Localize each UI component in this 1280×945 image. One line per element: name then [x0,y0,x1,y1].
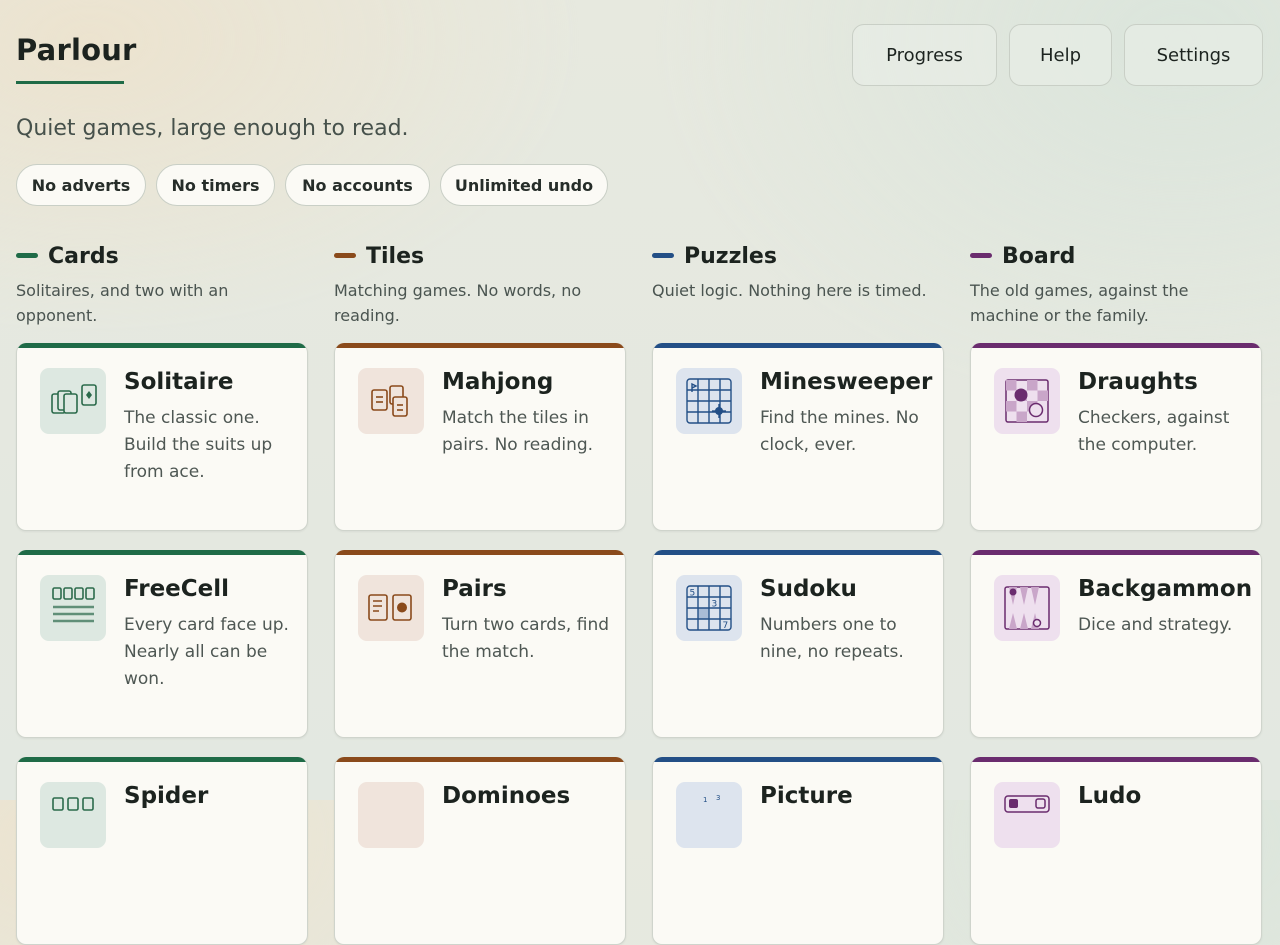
app-title: Parlour [16,33,137,67]
game-title: Pairs [442,576,507,602]
svg-text:5: 5 [690,589,696,599]
svg-text:7: 7 [723,621,729,631]
game-card-draughts[interactable]: Draughts Checkers, against the computer. [970,343,1262,531]
freecell-icon [40,575,106,641]
category-heading-cards: Cards [16,244,119,270]
card-accent-bar [335,343,625,348]
game-card-solitaire[interactable]: Solitaire The classic one. Build the sui… [16,343,308,531]
card-accent-bar [335,550,625,555]
chip-unlimited-undo: Unlimited undo [440,164,608,206]
game-desc: The classic one. Build the suits up from… [124,408,273,482]
game-card-backgammon[interactable]: Backgammon Dice and strategy. [970,550,1262,738]
pairs-icon [358,575,424,641]
chip-no-timers: No timers [156,164,275,206]
game-card-dominoes[interactable]: Dominoes [334,757,626,945]
cards-accent-dash [16,252,38,258]
category-desc-tiles: Matching games. No words, no reading. [334,281,582,325]
game-desc: Find the mines. No clock, ever. [760,408,919,455]
game-desc: Match the tiles in pairs. No reading. [442,408,594,455]
settings-button[interactable]: Settings [1124,24,1263,86]
category-label: Puzzles [684,244,777,269]
title-underline [16,81,124,84]
card-accent-bar [335,757,625,762]
game-desc: Numbers one to nine, no repeats. [760,615,904,662]
draughts-icon [994,368,1060,434]
minesweeper-icon [676,368,742,434]
game-title: Solitaire [124,369,234,395]
card-accent-bar [971,550,1261,555]
card-accent-bar [653,343,943,348]
game-desc: Every card face up. Nearly all can be wo… [124,615,289,689]
playing-cards-icon [40,368,106,434]
card-accent-bar [971,757,1261,762]
game-title: Backgammon [1078,576,1253,602]
svg-text:1: 1 [703,796,707,804]
category-desc-cards: Solitaires, and two with an opponent. [16,281,229,325]
game-title: Picture [760,783,853,809]
category-label: Tiles [366,244,425,269]
game-card-spider[interactable]: Spider [16,757,308,945]
svg-text:3: 3 [716,794,720,802]
game-card-minesweeper[interactable]: Minesweeper Find the mines. No clock, ev… [652,343,944,531]
puzzles-accent-dash [652,252,674,258]
game-title: FreeCell [124,576,230,602]
category-heading-board: Board [970,244,1075,270]
game-desc: Turn two cards, find the match. [442,615,610,662]
game-card-mahjong[interactable]: Mahjong Match the tiles in pairs. No rea… [334,343,626,531]
category-label: Board [1002,244,1076,269]
chip-no-accounts: No accounts [285,164,430,206]
mahjong-tiles-icon [358,368,424,434]
game-title: Minesweeper [760,369,933,395]
game-title: Mahjong [442,369,554,395]
category-label: Cards [48,244,119,269]
svg-text:3: 3 [712,600,718,610]
card-accent-bar [971,343,1261,348]
dominoes-icon [358,782,424,848]
category-desc-puzzles: Quiet logic. Nothing here is timed. [652,281,927,300]
game-title: Sudoku [760,576,857,602]
game-desc: Checkers, against the computer. [1078,408,1230,455]
tiles-accent-dash [334,252,356,258]
game-title: Ludo [1078,783,1142,809]
category-heading-puzzles: Puzzles [652,244,777,270]
ludo-icon [994,782,1060,848]
category-heading-tiles: Tiles [334,244,424,270]
chip-no-adverts: No adverts [16,164,146,206]
game-title: Dominoes [442,783,571,809]
game-title: Draughts [1078,369,1198,395]
help-button[interactable]: Help [1009,24,1112,86]
backgammon-icon [994,575,1060,641]
game-card-pairs[interactable]: Pairs Turn two cards, find the match. [334,550,626,738]
game-card-freecell[interactable]: FreeCell Every card face up. Nearly all … [16,550,308,738]
tagline: Quiet games, large enough to read. [16,116,409,141]
progress-button[interactable]: Progress [852,24,997,86]
category-desc-board: The old games, against the machine or th… [970,281,1189,325]
card-accent-bar [17,757,307,762]
spider-icon [40,782,106,848]
board-accent-dash [970,252,992,258]
card-accent-bar [17,550,307,555]
card-accent-bar [653,550,943,555]
game-card-picture[interactable]: 1 3 Picture [652,757,944,945]
picture-puzzle-icon: 1 3 [676,782,742,848]
card-accent-bar [653,757,943,762]
card-accent-bar [17,343,307,348]
game-title: Spider [124,783,209,809]
game-card-ludo[interactable]: Ludo [970,757,1262,945]
game-desc: Dice and strategy. [1078,615,1233,635]
sudoku-grid-icon: 5 3 7 [676,575,742,641]
game-card-sudoku[interactable]: 5 3 7 Sudoku Numbers one to nine, no rep… [652,550,944,738]
